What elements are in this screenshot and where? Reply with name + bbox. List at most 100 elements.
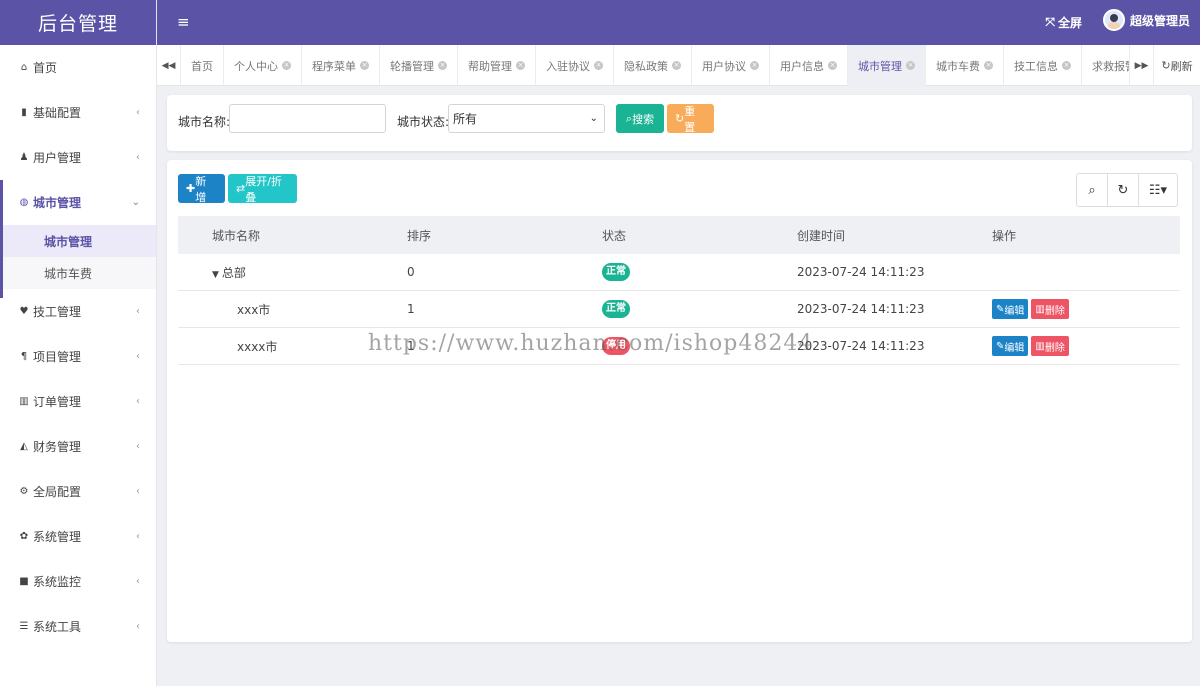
tab-7[interactable]: 用户协议 × — [692, 45, 770, 86]
refresh-table-button[interactable]: ↻ — [1108, 174, 1139, 206]
search-icon: ⌕ — [1088, 182, 1096, 198]
table-row: xxx市 1 正常 2023-07-24 14:11:23 ✎ 编辑 ▥ 删除 — [178, 291, 1180, 328]
cogs-icon: ⚙ — [19, 486, 29, 497]
trash-icon: ▥ — [1035, 303, 1045, 315]
sidebar-item-7[interactable]: ◭ 财务管理 ‹ — [0, 424, 156, 469]
sidebar: 后台管理 ⌂ 首页 ▮ 基础配置 ‹ ♟ 用户管理 ‹ ◍ 城市管理 ⌄ 城市管理 城市车费 ♥ 技工管理 ‹… — [0, 0, 157, 686]
video-icon: ■ — [19, 576, 29, 587]
close-icon[interactable]: × — [282, 61, 291, 70]
sidebar-subitem-1[interactable]: 城市车费 — [0, 257, 156, 289]
close-icon[interactable]: × — [438, 61, 447, 70]
sidebar-item-label: 技工管理 — [33, 305, 82, 319]
sidebar-submenu: 城市管理 城市车费 — [0, 180, 156, 298]
refresh-label: 刷新 — [1170, 59, 1193, 73]
tab-9[interactable]: 城市管理 × — [848, 45, 926, 86]
tab-1[interactable]: 个人中心 × — [224, 45, 302, 86]
sidebar-item-label: 财务管理 — [33, 440, 82, 454]
fullscreen-button[interactable]: ⤧ 全屏 — [1045, 14, 1082, 31]
close-icon[interactable]: × — [672, 61, 681, 70]
sidebar-item-5[interactable]: ¶ 项目管理 ‹ — [0, 334, 156, 379]
tab-label: 求救报警 — [1092, 59, 1129, 73]
edit-button[interactable]: ✎ 编辑 — [992, 336, 1029, 356]
tab-2[interactable]: 程序菜单 × — [302, 45, 380, 86]
sidebar-item-label: 城市管理 — [33, 196, 82, 210]
tab-12[interactable]: 求救报警× — [1082, 45, 1129, 86]
refresh-icon: ↻ — [675, 112, 685, 125]
tab-scroll-left-button[interactable]: ◀◀ — [157, 45, 181, 86]
bar-chart-icon: ▥ — [19, 396, 29, 407]
search-toggle-button[interactable]: ⌕ — [1077, 174, 1108, 206]
tab-3[interactable]: 轮播管理 × — [380, 45, 458, 86]
gear-icon: ✿ — [19, 531, 29, 542]
sidebar-item-3[interactable]: ◍ 城市管理 ⌄ — [0, 180, 156, 225]
user-menu[interactable]: 超级管理员 — [1102, 9, 1190, 31]
reset-button[interactable]: ↻ 重置 — [667, 104, 714, 134]
close-icon[interactable]: × — [750, 61, 759, 70]
created-time-cell: 2023-07-24 14:11:23 — [797, 302, 925, 316]
edit-button[interactable]: ✎ 编辑 — [992, 299, 1029, 319]
sidebar-item-label: 首页 — [33, 61, 58, 75]
sidebar-item-2[interactable]: ♟ 用户管理 ‹ — [0, 135, 156, 180]
chevron-down-icon[interactable]: ▼ — [212, 270, 219, 280]
tab-label: 技工信息 — [1014, 59, 1058, 73]
delete-button[interactable]: ▥ 删除 — [1031, 336, 1069, 356]
chevron-left-icon: ‹ — [136, 152, 140, 163]
sidebar-menu: ⌂ 首页 ▮ 基础配置 ‹ ♟ 用户管理 ‹ ◍ 城市管理 ⌄ 城市管理 城市车费 ♥ 技工管理 ‹ ¶ 项目管理… — [0, 45, 156, 649]
columns-button[interactable]: ☷▾ — [1139, 174, 1177, 206]
close-icon[interactable]: × — [1062, 61, 1071, 70]
sort-cell: 1 — [407, 302, 415, 316]
chevron-left-icon: ‹ — [136, 441, 140, 452]
top-header: ≡ ⤧ 全屏 超级管理员 — [157, 0, 1200, 45]
sidebar-item-9[interactable]: ✿ 系统管理 ‹ — [0, 514, 156, 559]
add-button[interactable]: ✚ 新增 — [178, 174, 225, 204]
bookmark-icon: ▮ — [21, 107, 27, 118]
sidebar-item-0[interactable]: ⌂ 首页 — [0, 45, 156, 90]
city-name-input[interactable] — [229, 104, 386, 133]
user-icon: ♟ — [19, 152, 29, 163]
tab-6[interactable]: 隐私政策 × — [614, 45, 692, 86]
table-tools: ⌕ ↻ ☷▾ — [1076, 173, 1178, 207]
main-panel: ✚ 新增 ⇄ 展开/折叠 ⌕ ↻ ☷▾ 城市名称 排序 状态 创建时间 操作 ▼ 总部 0 正常 2… — [167, 160, 1192, 642]
search-button[interactable]: ⌕ 搜索 — [616, 104, 664, 133]
city-name: xxx市 — [237, 302, 271, 317]
app-logo[interactable]: 后台管理 — [0, 0, 156, 45]
close-icon[interactable]: × — [594, 61, 603, 70]
sidebar-item-11[interactable]: ☰ 系统工具 ‹ — [0, 604, 156, 649]
sidebar-subitem-0[interactable]: 城市管理 — [0, 225, 156, 257]
city-name: 总部 — [221, 265, 246, 280]
delete-button[interactable]: ▥ 删除 — [1031, 299, 1069, 319]
close-icon[interactable]: × — [984, 61, 993, 70]
tab-0[interactable]: 首页 — [181, 45, 224, 86]
tab-label: 首页 — [191, 59, 213, 73]
column-header: 状态 — [602, 228, 627, 243]
close-icon[interactable]: × — [516, 61, 525, 70]
tab-scroll-right-button[interactable]: ▶▶ — [1129, 45, 1153, 86]
close-icon[interactable]: × — [906, 61, 915, 70]
refresh-icon: ↻ — [1117, 182, 1129, 198]
table-header: 城市名称 排序 状态 创建时间 操作 — [178, 216, 1180, 254]
city-name: xxxx市 — [237, 339, 278, 354]
tab-4[interactable]: 帮助管理 × — [458, 45, 536, 86]
city-status-value: 所有 — [453, 112, 478, 126]
city-status-select[interactable]: 所有 ⌄ — [448, 104, 605, 133]
sidebar-item-8[interactable]: ⚙ 全局配置 ‹ — [0, 469, 156, 514]
sidebar-item-label: 系统管理 — [33, 530, 82, 544]
tab-5[interactable]: 入驻协议 × — [536, 45, 614, 86]
menu-toggle-icon[interactable]: ≡ — [177, 13, 190, 31]
tab-11[interactable]: 技工信息 × — [1004, 45, 1082, 86]
close-icon[interactable]: × — [360, 61, 369, 70]
sidebar-item-10[interactable]: ■ 系统监控 ‹ — [0, 559, 156, 604]
tab-label: 个人中心 — [234, 59, 278, 73]
expand-collapse-button[interactable]: ⇄ 展开/折叠 — [228, 174, 297, 204]
actions-cell: ✎ 编辑 ▥ 删除 — [958, 336, 1180, 356]
sidebar-item-6[interactable]: ▥ 订单管理 ‹ — [0, 379, 156, 424]
sidebar-item-4[interactable]: ♥ 技工管理 ‹ — [0, 289, 156, 334]
tab-label: 帮助管理 — [468, 59, 512, 73]
paragraph-icon: ¶ — [20, 351, 28, 362]
city-status-label: 城市状态: — [397, 115, 450, 129]
tab-refresh-button[interactable]: ↻ 刷新 — [1153, 45, 1200, 86]
close-icon[interactable]: × — [828, 61, 837, 70]
tab-10[interactable]: 城市车费 × — [926, 45, 1004, 86]
sidebar-item-1[interactable]: ▮ 基础配置 ‹ — [0, 90, 156, 135]
tab-8[interactable]: 用户信息 × — [770, 45, 848, 86]
